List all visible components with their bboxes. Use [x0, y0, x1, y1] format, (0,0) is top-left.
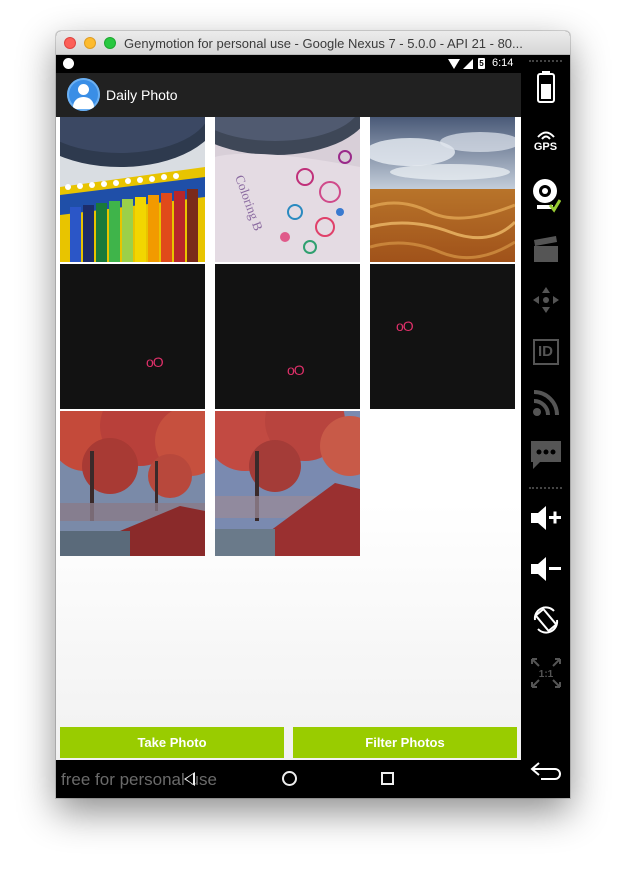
scale-ratio-label: 1:1 — [538, 669, 553, 680]
window-titlebar: Genymotion for personal use - Google Nex… — [56, 31, 570, 55]
battery-icon[interactable] — [521, 69, 570, 105]
android-status-bar: 5 6:14 — [56, 55, 521, 73]
message-icon[interactable] — [521, 435, 570, 475]
nav-recents-icon[interactable] — [381, 772, 394, 785]
id-icon[interactable]: ID — [521, 332, 570, 372]
rotate-icon[interactable] — [521, 600, 570, 640]
dpad-icon[interactable] — [521, 280, 570, 320]
photo-grid: Coloring B oO oO oO Take Photo Filter Ph… — [56, 117, 521, 760]
nav-home-icon[interactable] — [282, 771, 297, 786]
photo-autumn-tree-1[interactable] — [60, 411, 205, 556]
status-time: 6:14 — [492, 57, 514, 69]
take-photo-button[interactable]: Take Photo — [60, 727, 284, 758]
webcam-icon[interactable] — [521, 175, 570, 215]
red-eyes-mark: oO — [287, 362, 305, 378]
maximize-window-button[interactable] — [104, 37, 116, 49]
photo-coloring-book[interactable]: Coloring B — [215, 117, 360, 262]
window-title: Genymotion for personal use - Google Nex… — [124, 36, 523, 51]
photo-colored-pencils[interactable] — [60, 117, 205, 262]
wifi-icon — [448, 59, 460, 69]
volume-up-icon[interactable] — [521, 498, 570, 538]
genymotion-sidebar: GPS ID 1:1 — [521, 55, 570, 798]
rss-icon[interactable] — [521, 383, 570, 423]
red-eyes-mark: oO — [396, 318, 414, 334]
gps-label: GPS — [533, 141, 558, 153]
sidebar-separator — [529, 60, 562, 62]
signal-icon — [463, 59, 473, 69]
back-icon[interactable] — [521, 759, 570, 783]
clapper-icon[interactable] — [521, 230, 570, 270]
emulator-window: Genymotion for personal use - Google Nex… — [56, 31, 570, 798]
app-title: Daily Photo — [106, 87, 178, 103]
photo-autumn-tree-2[interactable] — [215, 411, 360, 556]
notification-dot-icon — [63, 58, 74, 69]
photo-wheat-field[interactable] — [370, 117, 515, 262]
close-window-button[interactable] — [64, 37, 76, 49]
photo-dark-3[interactable]: oO — [370, 264, 515, 409]
photo-dark-1[interactable]: oO — [60, 264, 205, 409]
nav-back-icon[interactable] — [184, 772, 195, 786]
volume-down-icon[interactable] — [521, 549, 570, 589]
android-nav-bar: free for personal use — [56, 760, 521, 798]
filter-photos-button[interactable]: Filter Photos — [293, 727, 517, 758]
gps-icon[interactable]: GPS — [521, 121, 570, 161]
sidebar-separator — [529, 487, 562, 489]
id-label: ID — [532, 339, 559, 365]
photo-dark-2[interactable]: oO — [215, 264, 360, 409]
status-battery-icon: 5 — [478, 58, 485, 69]
user-avatar-icon — [67, 78, 100, 111]
scale-icon[interactable]: 1:1 — [521, 653, 570, 693]
app-bar: Daily Photo — [56, 73, 521, 117]
minimize-window-button[interactable] — [84, 37, 96, 49]
red-eyes-mark: oO — [146, 354, 164, 370]
